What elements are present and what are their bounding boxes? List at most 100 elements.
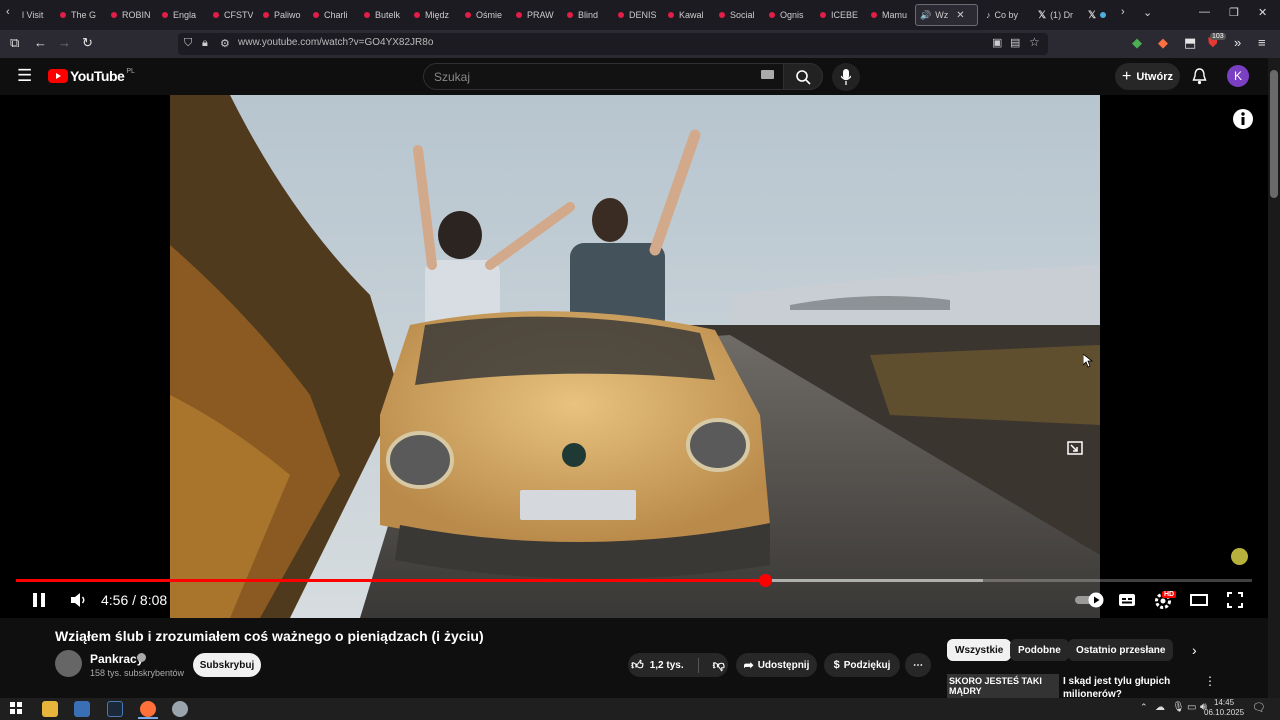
close-tab-icon[interactable]: ✕	[956, 10, 964, 21]
recommended-thumbnail[interactable]: SKORO JESTEŚ TAKI MĄDRY	[947, 674, 1059, 698]
channel-name[interactable]: Pankracy	[90, 652, 143, 666]
search-input[interactable]: Szukaj	[423, 63, 784, 90]
browser-tab[interactable]: Paliwo	[263, 4, 303, 26]
sidebar-toggle-icon[interactable]: ⧉	[10, 35, 19, 51]
app-icon[interactable]	[172, 701, 188, 717]
network-icon[interactable]: ▭	[1187, 702, 1196, 713]
menu-hamburger-icon[interactable]: ≡	[1258, 35, 1266, 50]
url-text[interactable]: www.youtube.com/watch?v=GO4YX82JR8o	[238, 37, 433, 48]
video-player[interactable]: 4:56 / 8:08 HD	[0, 95, 1268, 618]
onedrive-icon[interactable]: ☁	[1155, 702, 1165, 713]
browser-tab[interactable]: Ognis	[769, 4, 809, 26]
youtube-favicon-icon	[516, 12, 522, 18]
browser-tab[interactable]: l Visit	[22, 4, 52, 26]
voice-search-button[interactable]	[832, 63, 860, 91]
notifications-bell-icon[interactable]	[1192, 68, 1207, 85]
browser-tab[interactable]: DENIS	[618, 4, 658, 26]
page-scrollbar-thumb[interactable]	[1270, 70, 1278, 198]
system-clock[interactable]: 14:45 06.10.2025	[1204, 698, 1244, 718]
account-avatar[interactable]: K	[1227, 65, 1249, 87]
bookmark-star-icon[interactable]: ☆	[1029, 35, 1040, 49]
thanks-button[interactable]: $ Podziękuj	[824, 653, 900, 677]
browser-tab[interactable]: Engla	[162, 4, 202, 26]
browser-tab[interactable]: Międz	[414, 4, 454, 26]
tab-scroll-left-icon[interactable]: ‹	[6, 6, 10, 18]
search-icon	[796, 70, 811, 85]
recommended-title[interactable]: I skąd jest tylu głupich milionerów?	[1063, 675, 1193, 697]
restore-icon[interactable]: ❐	[1229, 6, 1239, 19]
subscribe-button[interactable]: Subskrybuj	[193, 653, 261, 677]
steam-icon[interactable]	[107, 701, 123, 717]
super-thanks-icon: $	[833, 659, 840, 671]
info-icon[interactable]	[1232, 108, 1254, 130]
chip-related[interactable]: Podobne	[1010, 639, 1069, 661]
extensions-puzzle-icon[interactable]: ⬒	[1184, 35, 1196, 51]
file-explorer-icon[interactable]	[42, 701, 58, 717]
more-vertical-icon[interactable]: ⋮	[1204, 674, 1216, 688]
like-button[interactable]: 👍︎ 1,2 tys.	[631, 657, 699, 673]
browser-tab[interactable]: PRAW	[516, 4, 556, 26]
microphone-tray-icon[interactable]: 🎙︎	[1172, 702, 1185, 713]
app-icon[interactable]	[74, 701, 90, 717]
close-window-icon[interactable]: ✕	[1258, 6, 1267, 19]
picture-in-picture-icon[interactable]: ▣	[992, 36, 1002, 49]
browser-tab[interactable]: Ośmie	[465, 4, 505, 26]
tab-label: Social	[730, 10, 755, 20]
browser-tab[interactable]: Mamu	[871, 4, 911, 26]
dislike-button[interactable]: 👎︎	[713, 658, 725, 673]
browser-tab[interactable]: Blind	[567, 4, 607, 26]
shield-icon[interactable]: ⛉	[184, 37, 192, 50]
extension-overlay-icon[interactable]	[1231, 548, 1248, 565]
guide-menu-icon[interactable]: ☰	[17, 66, 32, 86]
channel-avatar[interactable]	[55, 650, 82, 677]
url-bar[interactable]: ⛉ 🔒︎ ⚙ www.youtube.com/watch?v=GO4YX82JR…	[178, 33, 1048, 55]
browser-tab-active[interactable]: 🔊 Wz ✕	[915, 4, 978, 26]
chip-all[interactable]: Wszystkie	[947, 639, 1012, 661]
subtitles-icon[interactable]	[1118, 593, 1136, 607]
browser-tab[interactable]: Social	[719, 4, 759, 26]
volume-icon[interactable]	[70, 592, 88, 608]
browser-tab[interactable]: CFSTV	[213, 4, 253, 26]
notification-dot-icon	[1100, 12, 1107, 18]
back-arrow-icon[interactable]: ←	[34, 35, 47, 50]
chips-next-chevron-icon[interactable]: ›	[1192, 642, 1197, 658]
more-actions-button[interactable]: ⋯	[905, 653, 931, 677]
browser-tab[interactable]: The G	[60, 4, 100, 26]
keyboard-icon[interactable]	[761, 70, 774, 79]
browser-tab[interactable]: 𝕏	[1088, 4, 1116, 26]
browser-tab[interactable]: Charli	[313, 4, 353, 26]
tab-list-chevron-icon[interactable]: ⌄	[1143, 6, 1152, 19]
video-frame[interactable]	[170, 95, 1100, 618]
windows-start-icon[interactable]	[9, 701, 25, 717]
forward-arrow-icon[interactable]: →	[58, 35, 71, 50]
create-button[interactable]: + Utwórz	[1115, 63, 1180, 90]
autoplay-toggle[interactable]	[1074, 592, 1106, 608]
youtube-logo[interactable]: YouTube PL	[48, 68, 135, 84]
browser-tab[interactable]: ROBIN	[111, 4, 151, 26]
notifications-tray-icon[interactable]: 🗨	[1252, 701, 1266, 714]
theater-mode-icon[interactable]	[1190, 594, 1208, 606]
browser-tab-strip: ‹ l Visit The G ROBIN Engla CFSTV Paliwo…	[0, 0, 1280, 30]
overflow-chevrons-icon[interactable]: »	[1234, 35, 1241, 50]
reader-view-icon[interactable]: ▤	[1010, 36, 1020, 49]
miniplayer-icon[interactable]	[1067, 441, 1083, 455]
fullscreen-icon[interactable]	[1227, 592, 1243, 608]
permissions-icon[interactable]: ⚙	[220, 37, 230, 50]
pause-icon[interactable]	[31, 592, 47, 608]
firefox-icon[interactable]	[140, 701, 156, 717]
browser-tab[interactable]: Butelk	[364, 4, 404, 26]
chip-recently-uploaded[interactable]: Ostatnio przesłane	[1068, 639, 1174, 661]
extension-fox-icon[interactable]: ◆	[1158, 35, 1168, 51]
browser-tab[interactable]: ICEBE	[820, 4, 860, 26]
browser-tab[interactable]: 𝕏 (1) Dr	[1038, 4, 1078, 26]
search-button[interactable]	[783, 63, 823, 90]
minimize-icon[interactable]: —	[1199, 6, 1210, 18]
tab-scroll-right-icon[interactable]: ›	[1121, 6, 1125, 18]
share-button[interactable]: ➦ Udostępnij	[736, 653, 817, 677]
lock-icon[interactable]: 🔒︎	[202, 37, 208, 50]
tray-chevron-icon[interactable]: ⌃	[1140, 702, 1148, 713]
browser-tab[interactable]: ♪ Co by	[986, 4, 1028, 26]
browser-tab[interactable]: Kawal	[668, 4, 708, 26]
reload-icon[interactable]: ↻	[82, 35, 93, 51]
extension-shield-icon[interactable]: ◆	[1132, 35, 1142, 51]
